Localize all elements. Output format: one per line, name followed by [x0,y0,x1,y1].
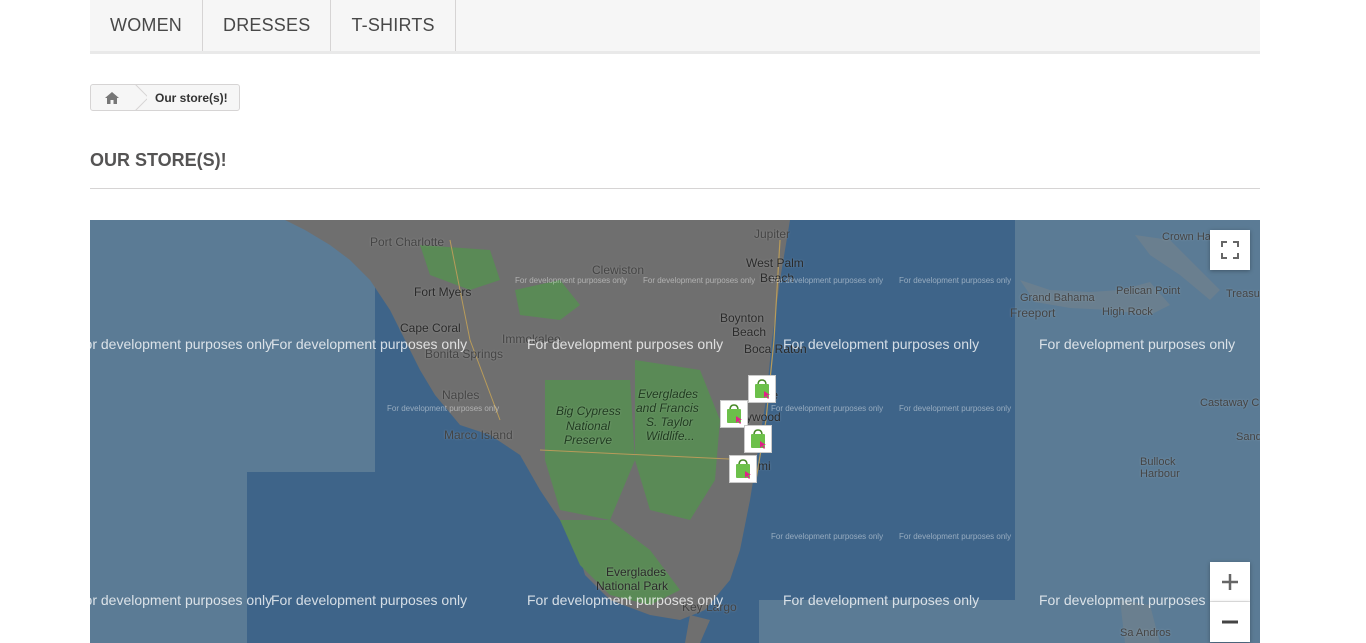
breadcrumb-home-link[interactable] [91,85,133,110]
place-label: Beach [732,325,767,339]
home-icon [105,91,119,104]
map-watermark: For development purposes only [271,336,468,352]
place-label: Jupiter [754,227,791,241]
minus-icon [1222,620,1238,624]
place-label: Harbour [1140,468,1180,480]
menu-item-t-shirts[interactable]: T-SHIRTS [331,0,456,51]
store-marker[interactable] [729,455,757,483]
place-label: S. Taylor [646,415,693,429]
map-watermark: For development purposes only [271,592,468,608]
map-watermark-small: For development purposes only [515,276,628,285]
map-watermark-small: For development purposes only [771,404,884,413]
shopping-bag-icon [727,404,742,424]
place-label: and Francis [636,401,699,415]
place-label: Preserve [564,433,613,447]
store-map[interactable]: Port Charlotte Clewiston Jupiter West Pa… [90,220,1260,643]
place-label: Everglades [638,387,699,401]
map-watermark: For development purposes only [527,592,724,608]
store-marker[interactable] [748,375,776,403]
place-label: National [566,419,611,433]
menu-item-label: WOMEN [110,15,182,35]
place-label: Bullock [1140,456,1176,468]
place-label: Port Charlotte [370,235,445,249]
place-label: West Palm [746,256,804,270]
fullscreen-button[interactable] [1210,230,1250,270]
breadcrumb-current: Our store(s)! [155,90,228,105]
place-label: Cape Coral [400,321,461,335]
place-label: Grand Bahama [1020,292,1095,304]
place-label: Clewiston [592,263,645,277]
menu-item-women[interactable]: WOMEN [90,0,203,51]
menu-item-label: T-SHIRTS [351,15,435,35]
place-label: High Rock [1102,306,1153,318]
shopping-bag-icon [755,379,770,399]
map-watermark: For development purposes only [90,336,273,352]
page-title: OUR STORE(S)! [90,150,1260,189]
menu-item-dresses[interactable]: DRESSES [203,0,332,51]
map-watermark: For development purposes only [90,592,273,608]
place-label: Pelican Point [1116,285,1181,297]
place-label: Boynton [720,311,765,325]
place-label: Treasure [1226,288,1260,300]
breadcrumb: Our store(s)! [90,84,240,111]
place-label: Marco Island [444,428,513,442]
plus-icon [1222,573,1238,590]
shopping-bag-icon [751,429,766,449]
place-label: Wildlife... [646,429,695,443]
fullscreen-icon [1221,241,1239,259]
store-marker[interactable] [720,400,748,428]
map-watermark-small: For development purposes only [771,532,884,541]
store-marker[interactable] [744,425,772,453]
map-watermark: For development purposes only [527,336,724,352]
map-watermark: For development purposes only [783,592,980,608]
menu-item-label: DRESSES [223,15,311,35]
zoom-in-button[interactable] [1210,562,1250,602]
breadcrumb-separator [133,85,147,110]
map-watermark-small: For development purposes only [899,404,1012,413]
map-watermark-small: For development purposes only [771,276,884,285]
shopping-bag-icon [736,459,751,479]
place-label: Everglades [606,565,667,579]
place-label: Fort Myers [414,285,472,299]
place-label: Big Cypress [556,404,621,418]
place-label: Sa Andros [1120,627,1171,639]
place-label: National Park [596,579,669,593]
zoom-out-button[interactable] [1210,602,1250,642]
map-watermark: For development purposes only [1039,592,1236,608]
map-watermark-small: For development purposes only [643,276,756,285]
place-label: Sand [1236,431,1260,443]
place-label: Naples [442,388,480,402]
place-label: Freeport [1010,306,1056,320]
map-watermark: For development purposes only [1039,336,1236,352]
map-watermark-small: For development purposes only [387,404,500,413]
map-watermark-small: For development purposes only [899,532,1012,541]
map-watermark: For development purposes only [783,336,980,352]
place-label: Castaway C [1200,397,1260,409]
place-label: mi [758,459,771,473]
top-menu: WOMEN DRESSES T-SHIRTS [90,0,1260,54]
map-watermark-small: For development purposes only [899,276,1012,285]
